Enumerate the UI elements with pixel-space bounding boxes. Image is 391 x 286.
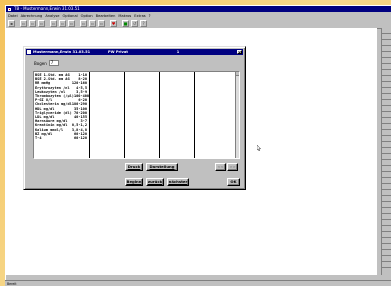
find-icon[interactable]: ▫ [59,20,66,27]
panel-seg [382,262,391,268]
vertical-scrollbar[interactable] [235,72,239,158]
lab-values-dialog: Mustermann,Erwin 31.03.51 PW Privat 1 × … [23,46,246,190]
help-icon[interactable]: ? [140,20,147,27]
bogen-row: Bogen 7 [34,60,59,66]
paste-icon[interactable]: ▫ [50,20,57,27]
menubar: Datei Abrechnung Analyse Optional Option… [6,12,391,19]
menu-makros[interactable]: Makros [118,14,131,18]
cut-icon[interactable]: ▫ [38,20,45,27]
heart-icon[interactable]: ♥ [110,20,117,27]
dialog-title-bar: Mustermann,Erwin 31.03.51 PW Privat 1 × [26,49,243,55]
lab-rows: BSE 1.Std. mm AG 1-10 BSE 2.Std. mm AG 8-20… [35,73,89,140]
dialog-title-name: Mustermann,Erwin 31.03.51 [33,50,91,54]
save-icon[interactable]: ▪ [8,20,15,27]
grid-column-line [194,72,195,158]
beginn-button[interactable]: Beginn [125,178,143,186]
next-page-button[interactable]: >> [227,163,238,171]
dialog-title-module: PW Privat [108,50,128,54]
copy-icon[interactable]: ▫ [29,20,36,27]
menu-datei[interactable]: Datei [8,14,18,18]
dialog-logo-icon [27,50,31,54]
ok-button[interactable]: OK [227,178,240,186]
menu-analyse[interactable]: Analyse [45,14,59,18]
calendar-icon[interactable]: ▫ [89,20,96,27]
mouse-cursor-icon [257,145,261,151]
menu-abrechnung[interactable]: Abrechnung [21,14,43,18]
menu-option[interactable]: Option [81,14,93,18]
menu-help[interactable]: ? [149,14,151,18]
menu-optional[interactable]: Optional [62,14,77,18]
zurueck-button[interactable]: zurück [146,178,164,186]
menu-extras[interactable]: Extras [134,14,145,18]
lab-row-label: T-4 [35,136,42,141]
naechster-button[interactable]: nächster [167,178,189,186]
druck-button[interactable]: Druck [125,163,143,171]
grid-column-line [124,72,125,158]
refresh-icon[interactable]: ↺ [131,20,138,27]
scroll-up-icon[interactable] [236,72,239,76]
grid-column-line [89,72,90,158]
info-icon[interactable]: ▫ [80,20,87,27]
bogen-label: Bogen [34,60,47,66]
menu-bearbeiten[interactable]: Bearbeiten [96,14,116,18]
print-icon[interactable]: ▫ [20,20,27,27]
bogen-input[interactable]: 7 [48,60,59,66]
status-bar: Bereit [5,280,391,286]
lab-icon[interactable]: ▫ [98,20,105,27]
right-panel [381,28,391,275]
dialog-title-num: 1 [176,50,180,54]
prev-page-button[interactable]: << [215,163,226,171]
darstellung-button[interactable]: Darstellung [146,163,178,171]
app-logo-icon [7,6,12,12]
app-title: TB - Mustermann,Erwin 31.03.51 [14,6,80,11]
lab-values-grid[interactable]: BSE 1.Std. mm AG 1-10 BSE 2.Std. mm AG 8-20… [33,71,240,159]
letter-icon[interactable]: ■ [122,20,129,27]
grid-column-line [159,72,160,158]
status-text: Bereit [7,282,17,286]
lab-row[interactable]: T-4 60-120 [35,136,88,140]
chart-icon[interactable]: ▫ [68,20,75,27]
lab-row-range: 60-120 [74,136,87,141]
close-icon[interactable]: × [237,50,242,55]
